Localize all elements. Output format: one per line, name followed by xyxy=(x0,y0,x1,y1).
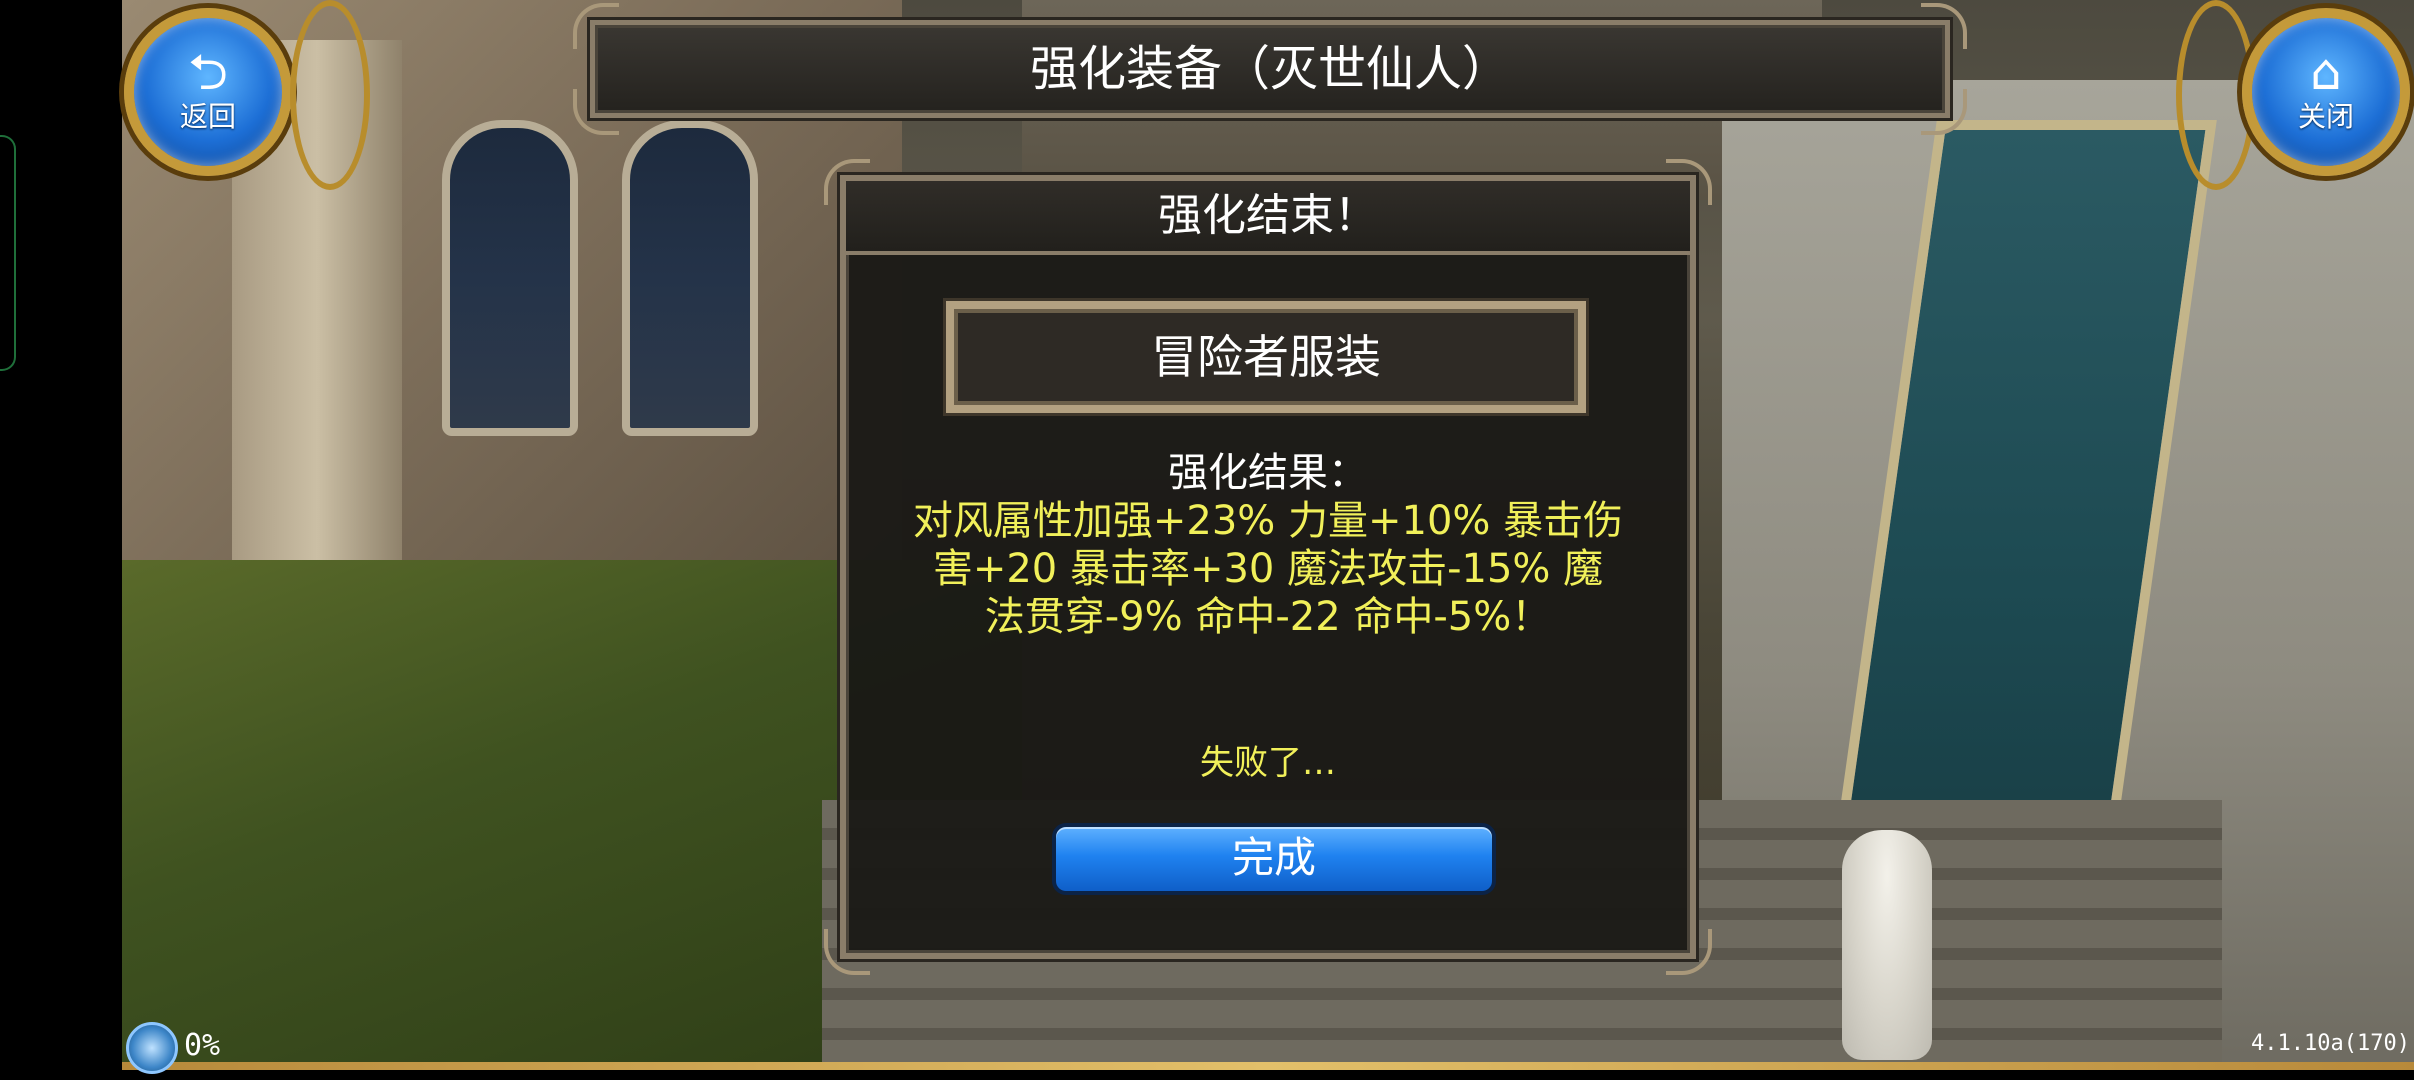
device-side-indicator xyxy=(0,135,16,371)
player-character xyxy=(1842,830,1932,1060)
result-line: 对风属性加强+23% 力量+10% 暴击伤 xyxy=(912,498,1624,544)
close-button[interactable]: ⌂ 关闭 xyxy=(2242,8,2410,176)
loading-icon xyxy=(126,1022,178,1074)
back-button[interactable]: ⮌ 返回 xyxy=(124,8,292,176)
item-name: 冒险者服装 xyxy=(1151,330,1381,384)
bottom-border xyxy=(122,1062,2414,1070)
castle-window xyxy=(442,120,578,436)
home-icon: ⌂ xyxy=(2310,43,2342,101)
loading-percent: 0% xyxy=(184,1028,221,1063)
result-stats: 对风属性加强+23% 力量+10% 暴击伤 害+20 暴击率+30 魔法攻击-1… xyxy=(880,497,1656,641)
result-line: 法贯穿-9% 命中-22 命中-5%！ xyxy=(984,594,1552,640)
page-title-bar: 强化装备（灭世仙人） xyxy=(573,3,1967,135)
item-name-plate: 冒险者服装 xyxy=(946,301,1586,413)
enhance-result-dialog: 强化结束！ 冒险者服装 强化结果： 对风属性加强+23% 力量+10% 暴击伤 … xyxy=(824,159,1712,975)
castle-window xyxy=(622,120,758,436)
result-heading: 强化结果： xyxy=(1168,450,1368,496)
ornament-decoration xyxy=(290,0,370,190)
done-button-label: 完成 xyxy=(1231,833,1316,882)
result-line: 害+20 暴击率+30 魔法攻击-15% 魔 xyxy=(932,546,1604,592)
close-button-label: 关闭 xyxy=(2297,100,2354,133)
result-status: 失败了… xyxy=(1200,743,1336,783)
back-button-label: 返回 xyxy=(179,100,236,133)
version-label: 4.1.10a(170) xyxy=(2251,1031,2410,1056)
done-button[interactable]: 完成 xyxy=(1052,823,1496,895)
dialog-title: 强化结束！ xyxy=(846,181,1690,255)
return-arrow-icon: ⮌ xyxy=(187,43,229,101)
page-title: 强化装备（灭世仙人） xyxy=(1029,41,1510,97)
game-screen: ⮌ 返回 ⌂ 关闭 强化装备（灭世仙人） 强化结束！ 冒险者服装 强化结果： 对… xyxy=(0,0,2414,1080)
